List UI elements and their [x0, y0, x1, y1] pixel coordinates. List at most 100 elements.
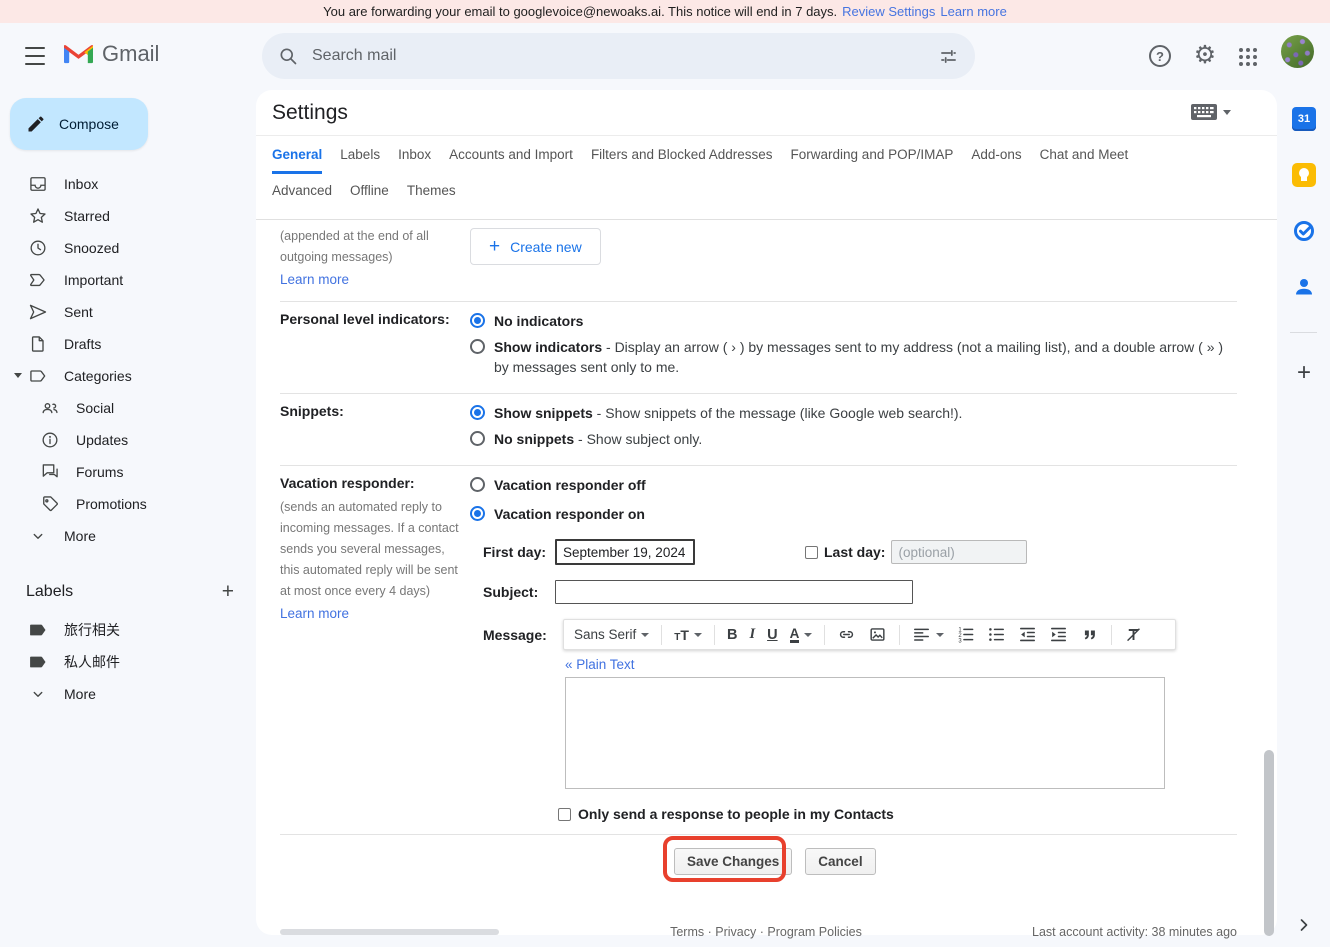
tab-accounts-and-import[interactable]: Accounts and Import: [449, 147, 573, 174]
plus-icon: +: [489, 236, 500, 258]
align-menu[interactable]: [912, 625, 944, 644]
labels-more[interactable]: More: [0, 678, 248, 710]
font-family-menu[interactable]: Sans Serif: [574, 627, 649, 642]
account-avatar[interactable]: [1281, 35, 1314, 68]
bold-button[interactable]: B: [727, 627, 737, 643]
keep-icon[interactable]: [1291, 162, 1317, 188]
tab-chat-and-meet[interactable]: Chat and Meet: [1040, 147, 1129, 174]
send-icon: [28, 302, 48, 322]
italic-button[interactable]: I: [749, 626, 755, 643]
rail-divider: [1290, 332, 1317, 333]
first-day-input[interactable]: [555, 539, 695, 565]
sidebar-item-promotions[interactable]: Promotions: [0, 488, 248, 520]
sidebar-item-drafts[interactable]: Drafts: [0, 328, 248, 360]
program-policies-link[interactable]: Program Policies: [767, 925, 861, 939]
tab-general[interactable]: General: [272, 147, 322, 174]
save-changes-button[interactable]: Save Changes: [674, 848, 792, 875]
search-options-icon[interactable]: [938, 46, 959, 67]
terms-link[interactable]: Terms: [670, 925, 704, 939]
chat-bubbles-icon: [40, 462, 60, 482]
tab-forwarding[interactable]: Forwarding and POP/IMAP: [791, 147, 954, 174]
contacts-only-checkbox[interactable]: [558, 808, 571, 821]
remove-formatting-icon[interactable]: [1124, 625, 1143, 644]
insert-image-icon[interactable]: [868, 625, 887, 644]
gmail-wordmark: Gmail: [102, 41, 159, 67]
cancel-button[interactable]: Cancel: [805, 848, 875, 875]
vacation-on-radio[interactable]: [470, 506, 485, 521]
privacy-link[interactable]: Privacy: [715, 925, 756, 939]
vacation-responder-note: (sends an automated reply to incoming me…: [280, 497, 460, 602]
sidebar-item-starred[interactable]: Starred: [0, 200, 248, 232]
vertical-scrollbar[interactable]: [1264, 750, 1274, 936]
insert-link-icon[interactable]: [837, 625, 856, 644]
no-snippets-radio[interactable]: [470, 431, 485, 446]
last-day-label: Last day:: [824, 544, 885, 560]
label-tag-icon: [28, 652, 48, 672]
calendar-icon[interactable]: 31: [1291, 106, 1317, 132]
tab-filters[interactable]: Filters and Blocked Addresses: [591, 147, 773, 174]
sidebar-item-inbox[interactable]: Inbox: [0, 168, 248, 200]
underline-button[interactable]: U: [767, 627, 777, 643]
collapse-triangle-icon[interactable]: [14, 373, 22, 378]
search-bar[interactable]: [262, 33, 975, 79]
sidebar-item-snoozed[interactable]: Snoozed: [0, 232, 248, 264]
quote-icon[interactable]: [1080, 625, 1099, 644]
tab-labels[interactable]: Labels: [340, 147, 380, 174]
bulleted-list-icon[interactable]: [987, 625, 1006, 644]
tasks-icon[interactable]: [1291, 218, 1317, 244]
plain-text-link[interactable]: « Plain Text: [565, 657, 635, 672]
show-indicators-radio[interactable]: [470, 339, 485, 354]
last-day-checkbox[interactable]: [805, 546, 818, 559]
numbered-list-icon[interactable]: 1 2 3: [956, 625, 975, 644]
label-item[interactable]: 旅行相关: [0, 614, 248, 646]
input-tools-toggle[interactable]: [1191, 104, 1231, 120]
caret-down-icon: [641, 633, 649, 637]
review-settings-link[interactable]: Review Settings: [842, 4, 935, 19]
help-icon[interactable]: ?: [1149, 45, 1171, 67]
last-day-input[interactable]: [891, 540, 1027, 564]
tab-advanced[interactable]: Advanced: [272, 183, 332, 207]
font-size-menu[interactable]: TT: [674, 627, 702, 643]
search-input[interactable]: [312, 47, 938, 65]
sidebar-item-social[interactable]: Social: [0, 392, 248, 424]
settings-gear-icon[interactable]: ⚙: [1191, 40, 1219, 70]
snippets-row: Snippets: Show snippets - Show snippets …: [280, 394, 1237, 466]
settings-tabs: General Labels Inbox Accounts and Import…: [256, 136, 1277, 220]
subject-input[interactable]: [555, 580, 913, 604]
vacation-off-radio[interactable]: [470, 477, 485, 492]
sidebar-item-important[interactable]: Important: [0, 264, 248, 296]
no-indicators-radio[interactable]: [470, 313, 485, 328]
hide-side-panel-icon[interactable]: [1293, 914, 1315, 936]
sidebar-item-sent[interactable]: Sent: [0, 296, 248, 328]
show-snippets-radio[interactable]: [470, 405, 485, 420]
tab-themes[interactable]: Themes: [407, 183, 456, 207]
vacation-learn-more-link[interactable]: Learn more: [280, 606, 349, 621]
learn-more-link[interactable]: Learn more: [940, 4, 1006, 19]
compose-button[interactable]: Compose: [10, 98, 148, 150]
star-icon: [28, 206, 48, 226]
tab-add-ons[interactable]: Add-ons: [971, 147, 1021, 174]
compose-label: Compose: [59, 116, 119, 132]
sidebar-item-forums[interactable]: Forums: [0, 456, 248, 488]
settings-footer: 0.03 GB of 15 GB used Terms · Privacy · …: [280, 925, 1237, 947]
sidebar-item-categories[interactable]: Categories: [0, 360, 248, 392]
gmail-m-icon: [64, 43, 93, 65]
get-add-ons-icon[interactable]: +: [1291, 360, 1317, 386]
contacts-icon[interactable]: [1291, 274, 1317, 300]
indent-decrease-icon[interactable]: [1018, 625, 1037, 644]
google-apps-icon[interactable]: [1239, 48, 1257, 66]
text-color-menu[interactable]: A: [790, 627, 813, 643]
label-item[interactable]: 私人邮件: [0, 646, 248, 678]
tab-offline[interactable]: Offline: [350, 183, 389, 207]
sidebar-item-updates[interactable]: Updates: [0, 424, 248, 456]
vacation-responder-row: Vacation responder: (sends an automated …: [280, 466, 1237, 834]
sidebar-item-more[interactable]: More: [0, 520, 248, 552]
indent-increase-icon[interactable]: [1049, 625, 1068, 644]
tab-inbox[interactable]: Inbox: [398, 147, 431, 174]
main-menu-icon[interactable]: [23, 46, 47, 66]
create-new-signature-button[interactable]: + Create new: [470, 228, 601, 265]
search-icon[interactable]: [278, 46, 298, 66]
signature-learn-more-link[interactable]: Learn more: [280, 272, 349, 287]
create-label-icon[interactable]: +: [222, 582, 234, 602]
message-body-textarea[interactable]: [565, 677, 1165, 789]
